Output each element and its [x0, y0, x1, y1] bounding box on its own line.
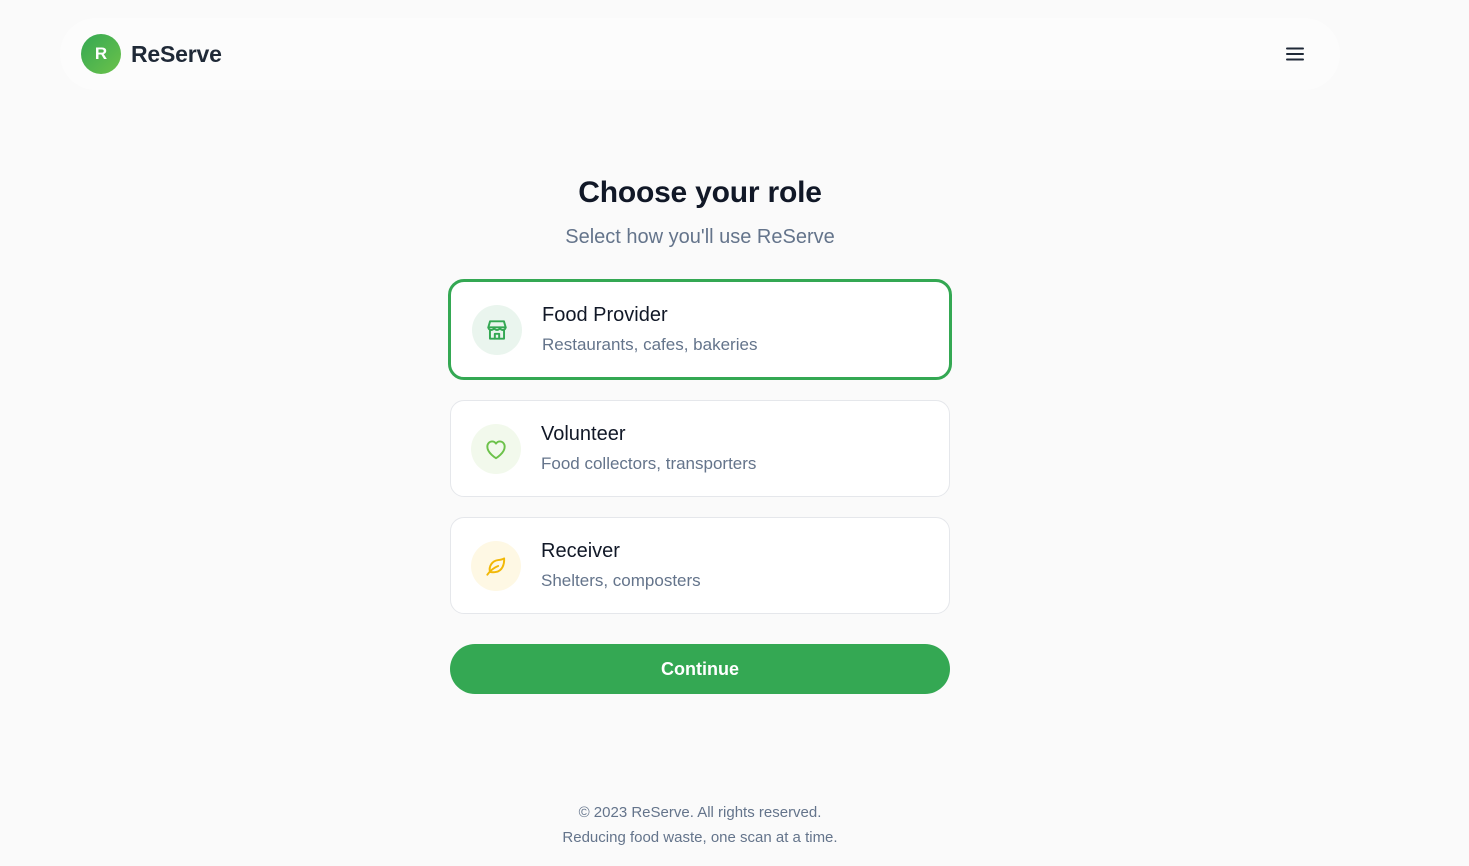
role-card-receiver[interactable]: Receiver Shelters, composters	[450, 517, 950, 614]
role-description: Restaurants, cafes, bakeries	[542, 335, 758, 354]
role-text: Food Provider Restaurants, cafes, bakeri…	[542, 304, 757, 355]
leaf-icon	[486, 556, 506, 576]
role-icon-wrap	[471, 423, 521, 474]
page-subtitle: Select how you'll use ReServe	[565, 226, 835, 248]
role-title: Receiver	[541, 540, 620, 562]
role-text: Volunteer Food collectors, transporters	[541, 423, 756, 474]
hamburger-menu-icon	[1286, 47, 1304, 61]
role-card-food-provider[interactable]: Food Provider Restaurants, cafes, bakeri…	[448, 279, 952, 380]
role-icon-wrap	[472, 304, 522, 355]
heart-icon	[486, 439, 506, 459]
role-title: Volunteer	[541, 423, 626, 445]
brand[interactable]: R ReServe	[81, 34, 222, 74]
role-title: Food Provider	[542, 304, 668, 326]
store-icon	[487, 319, 507, 340]
role-selection: Choose your role Select how you'll use R…	[448, 170, 952, 694]
role-options: Food Provider Restaurants, cafes, bakeri…	[448, 279, 952, 614]
brand-logo: R	[81, 34, 121, 74]
page: R ReServe Choose your role Select how yo…	[0, 0, 1469, 866]
role-description: Shelters, composters	[541, 571, 701, 590]
footer-tagline: Reducing food waste, one scan at a time.	[562, 829, 838, 846]
role-text: Receiver Shelters, composters	[541, 540, 701, 591]
top-navbar: R ReServe	[60, 18, 1340, 90]
role-description: Food collectors, transporters	[541, 454, 757, 473]
brand-name: ReServe	[131, 40, 222, 67]
page-title: Choose your role	[578, 176, 822, 209]
role-icon-wrap	[471, 540, 521, 591]
menu-button[interactable]	[1275, 34, 1315, 74]
continue-button[interactable]: Continue	[450, 644, 950, 694]
footer-copyright: © 2023 ReServe. All rights reserved.	[578, 804, 822, 821]
role-card-volunteer[interactable]: Volunteer Food collectors, transporters	[450, 400, 950, 497]
footer: © 2023 ReServe. All rights reserved. Red…	[0, 800, 1400, 850]
